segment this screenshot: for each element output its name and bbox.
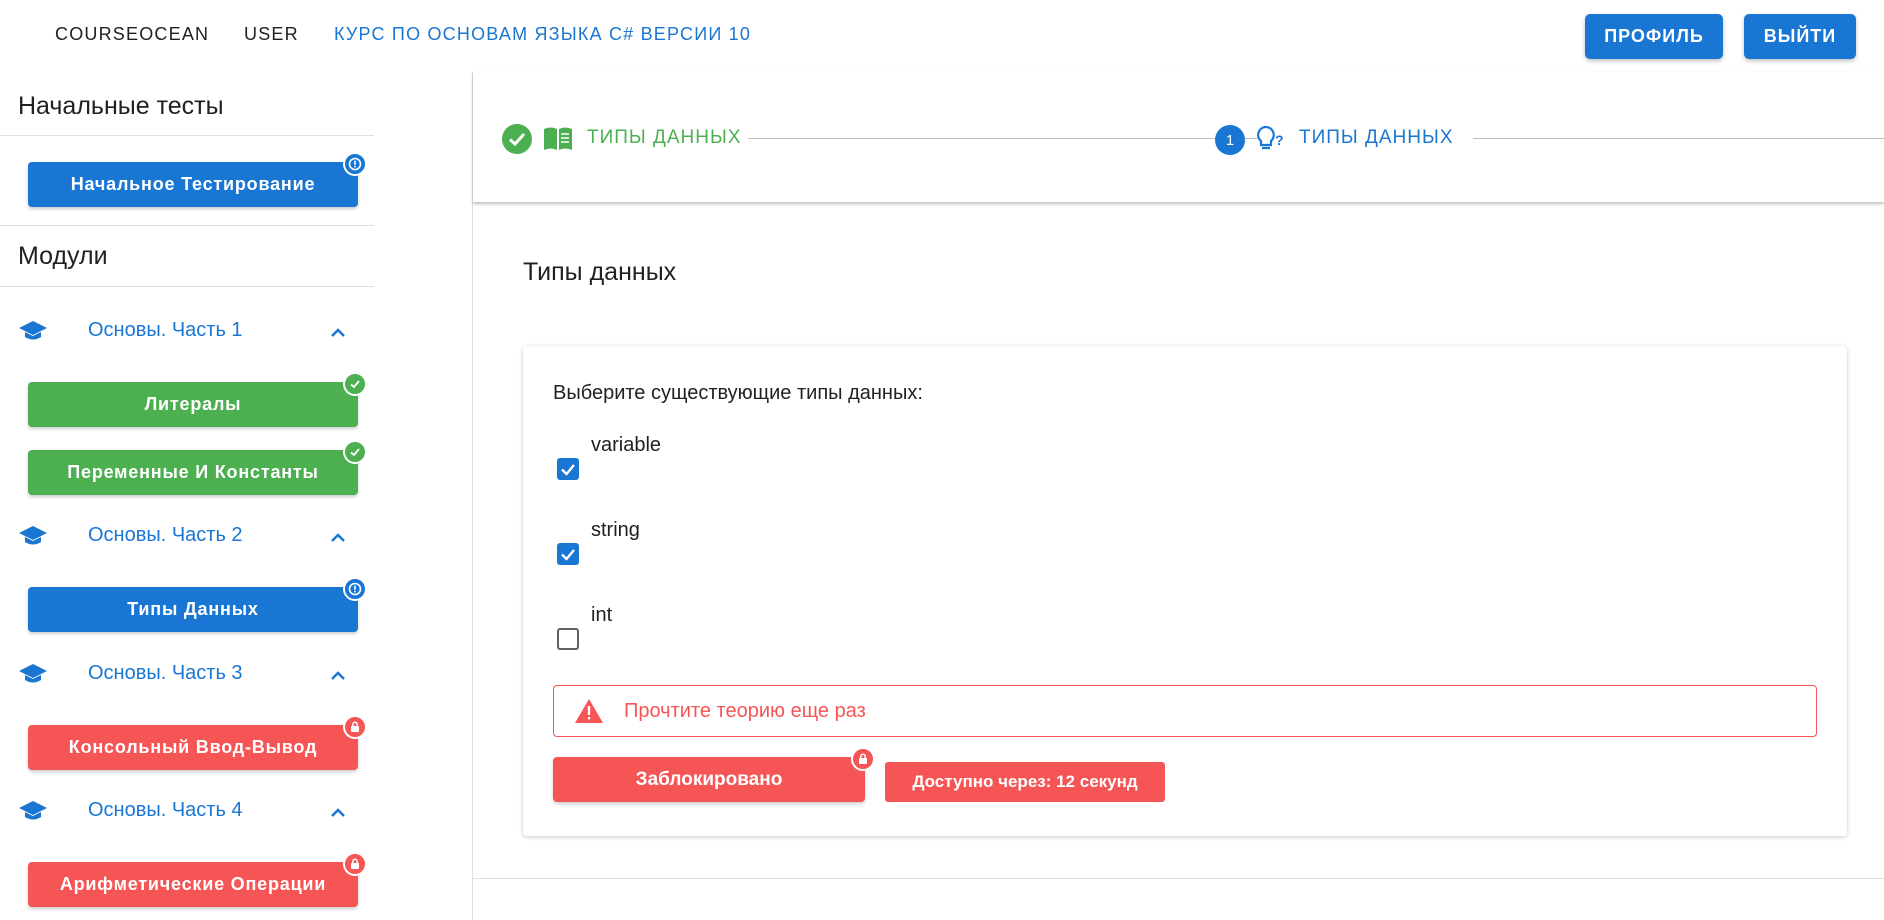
checkbox-checked-icon[interactable] xyxy=(557,543,579,565)
error-alert: Прочтите теорию еще раз xyxy=(553,685,1817,737)
lesson-literals-button[interactable]: Литералы xyxy=(28,382,358,427)
check-circle-icon xyxy=(502,124,532,154)
option-label: string xyxy=(591,519,640,541)
chevron-up-icon[interactable] xyxy=(326,801,350,825)
lesson-label: Арифметические Операции xyxy=(59,874,327,894)
option-int[interactable]: int xyxy=(553,604,953,674)
module-item-4[interactable]: Основы. Часть 4 xyxy=(0,787,374,837)
chevron-up-icon[interactable] xyxy=(326,526,350,550)
step-2-number: 1 xyxy=(1215,125,1245,155)
step-2-label[interactable]: ТИПЫ ДАННЫХ xyxy=(1299,127,1454,149)
module-item-2[interactable]: Основы. Часть 2 xyxy=(0,512,374,562)
module-label: Основы. Часть 3 xyxy=(88,662,243,684)
graduation-cap-icon xyxy=(19,526,47,545)
module-label: Основы. Часть 1 xyxy=(88,319,243,341)
chevron-up-icon[interactable] xyxy=(326,321,350,345)
lesson-label: Литералы xyxy=(144,394,242,414)
countdown-chip: Доступно через: 12 секунд xyxy=(885,762,1165,802)
check-badge-icon xyxy=(343,372,367,396)
graduation-cap-icon xyxy=(19,321,47,340)
lesson-stepper: ТИПЫ ДАННЫХ 1 ? ТИПЫ ДАННЫХ xyxy=(473,72,1884,202)
step-1-label[interactable]: ТИПЫ ДАННЫХ xyxy=(587,127,742,149)
graduation-cap-icon xyxy=(19,664,47,683)
lesson-console-io-button[interactable]: Консольный Ввод-Вывод xyxy=(28,725,358,770)
step-connector xyxy=(1473,138,1884,139)
option-variable[interactable]: variable xyxy=(553,434,953,504)
lesson-label: Консольный Ввод-Вывод xyxy=(68,737,318,757)
countdown-text: Доступно через: 12 секунд xyxy=(912,772,1138,791)
step-connector xyxy=(748,138,1258,139)
checkbox-checked-icon[interactable] xyxy=(557,458,579,480)
locked-button-label: Заблокировано xyxy=(635,768,783,790)
sidebar: Начальные тесты Начальное Тестирование М… xyxy=(0,72,374,920)
svg-text:?: ? xyxy=(1275,132,1284,148)
question-text: Выберите существующие типы данных: xyxy=(553,382,923,404)
question-card: Выберите существующие типы данных: varia… xyxy=(523,346,1847,836)
option-label: int xyxy=(591,604,613,626)
lock-badge-icon xyxy=(851,747,875,771)
profile-button[interactable]: ПРОФИЛЬ xyxy=(1585,14,1723,59)
top-navbar: COURSEOCEAN USER КУРС ПО ОСНОВАМ ЯЗЫКА C… xyxy=(0,0,1884,72)
tests-heading: Начальные тесты xyxy=(18,92,224,120)
bottom-divider xyxy=(473,878,1884,879)
check-badge-icon xyxy=(343,440,367,464)
initial-test-button[interactable]: Начальное Тестирование xyxy=(28,162,358,207)
user-link[interactable]: USER xyxy=(244,24,299,45)
book-icon xyxy=(544,127,572,150)
lesson-label: Переменные И Константы xyxy=(67,462,319,482)
initial-test-label: Начальное Тестирование xyxy=(70,174,316,194)
module-item-1[interactable]: Основы. Часть 1 xyxy=(0,307,374,357)
divider xyxy=(0,135,374,136)
lock-badge-icon xyxy=(343,715,367,739)
alert-text: Прочтите теорию еще раз xyxy=(624,700,866,722)
lesson-data-types-button[interactable]: Типы Данных xyxy=(28,587,358,632)
lesson-variables-button[interactable]: Переменные И Константы xyxy=(28,450,358,495)
option-string[interactable]: string xyxy=(553,519,953,589)
divider xyxy=(0,225,374,226)
page-title: Типы данных xyxy=(523,258,677,286)
brand-link[interactable]: COURSEOCEAN xyxy=(55,24,209,45)
divider xyxy=(0,286,374,287)
option-label: variable xyxy=(591,434,662,456)
module-label: Основы. Часть 4 xyxy=(88,799,243,821)
lesson-arithmetic-button[interactable]: Арифметические Операции xyxy=(28,862,358,907)
info-badge-icon xyxy=(343,152,367,176)
logout-button[interactable]: ВЫЙТИ xyxy=(1744,14,1856,59)
module-item-3[interactable]: Основы. Часть 3 xyxy=(0,650,374,700)
chevron-up-icon[interactable] xyxy=(326,664,350,688)
lock-badge-icon xyxy=(343,852,367,876)
module-label: Основы. Часть 2 xyxy=(88,524,243,546)
warning-icon xyxy=(575,699,603,723)
course-link[interactable]: КУРС ПО ОСНОВАМ ЯЗЫКА C# ВЕРСИИ 10 xyxy=(334,24,751,45)
graduation-cap-icon xyxy=(19,801,47,820)
lightbulb-question-icon: ? xyxy=(1257,125,1284,150)
info-badge-icon xyxy=(343,577,367,601)
lesson-label: Типы Данных xyxy=(127,599,259,619)
locked-submit-button[interactable]: Заблокировано xyxy=(553,757,865,802)
checkbox-unchecked-icon[interactable] xyxy=(557,628,579,650)
modules-heading: Модули xyxy=(18,242,108,270)
